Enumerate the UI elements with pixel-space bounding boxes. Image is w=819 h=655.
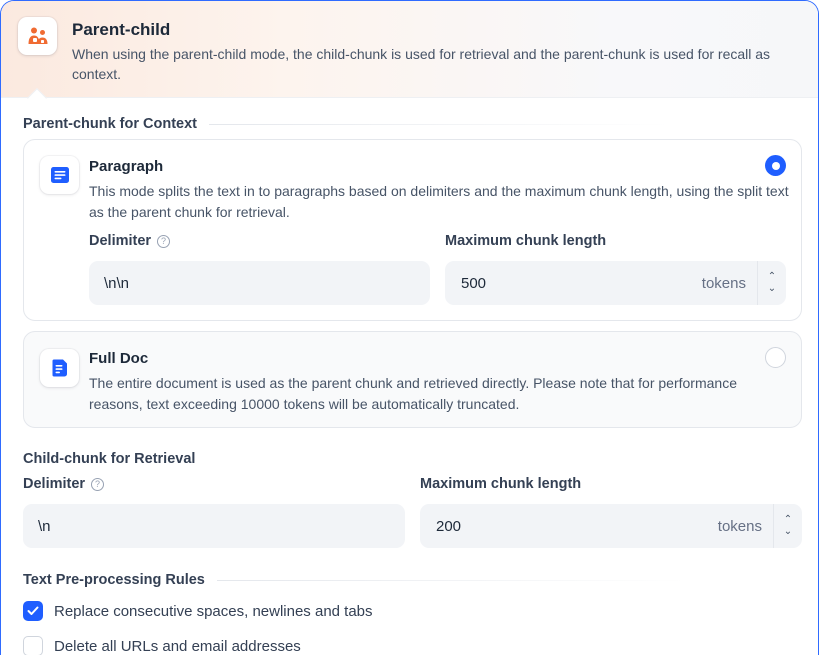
child-max-length-label: Maximum chunk length [420,476,581,492]
tokens-unit: tokens [701,274,746,292]
child-section-title: Child-chunk for Retrieval [23,451,195,467]
full-doc-option-card[interactable]: Full Doc The entire document is used as … [23,331,802,428]
rules-section-title-text: Text Pre-processing Rules [23,572,205,588]
rule-replace-spaces[interactable]: Replace consecutive spaces, newlines and… [23,601,373,621]
child-delimiter-label: Delimiter ? [23,476,105,492]
full-doc-description: The entire document is used as the paren… [89,375,737,412]
tokens-unit: tokens [717,517,762,535]
max-length-value: 500 [461,274,487,292]
panel-description: When using the parent-child mode, the ch… [72,46,771,82]
rule-delete-urls-label: Delete all URLs and email addresses [54,637,301,655]
child-delimiter-label-text: Delimiter [23,476,86,492]
chevron-up-icon[interactable]: ⌃ [784,515,792,525]
child-max-length-label-text: Maximum chunk length [420,476,582,492]
parent-child-panel: Parent-child When using the parent-child… [0,0,819,655]
delimiter-value: \n\n [104,274,130,292]
panel-header: Parent-child When using the parent-child… [1,1,818,98]
section-divider [209,123,670,125]
panel-title: Parent-child [72,20,171,39]
chevron-down-icon[interactable]: ⌄ [768,284,776,294]
max-length-label-text: Maximum chunk length [445,233,607,249]
chevron-up-icon[interactable]: ⌃ [768,272,776,282]
paragraph-radio[interactable] [765,155,786,176]
child-max-length-input[interactable]: 200 tokens ⌃ ⌄ [420,504,802,548]
rule-delete-urls[interactable]: Delete all URLs and email addresses [23,636,301,655]
max-length-stepper[interactable]: ⌃ ⌄ [757,261,786,305]
full-doc-icon [40,349,79,387]
rule-replace-spaces-checkbox[interactable] [23,601,43,621]
child-max-length-stepper[interactable]: ⌃ ⌄ [773,504,802,548]
paragraph-delimiter-label: Delimiter ? [89,233,171,249]
child-max-length-value: 200 [436,517,462,535]
child-delimiter-input[interactable]: \n [23,504,405,548]
chevron-down-icon[interactable]: ⌄ [784,527,792,537]
parent-section-title: Parent-chunk for Context [23,116,670,132]
check-icon [27,606,39,615]
paragraph-description: This mode splits the text in to paragrap… [89,183,789,220]
rule-replace-spaces-label: Replace consecutive spaces, newlines and… [54,602,373,620]
paragraph-icon [40,156,79,194]
paragraph-max-length-input[interactable]: 500 tokens ⌃ ⌄ [445,261,786,305]
rules-section-title: Text Pre-processing Rules [23,572,687,588]
help-icon[interactable]: ? [91,477,105,491]
full-doc-radio[interactable] [765,347,786,368]
rule-delete-urls-checkbox[interactable] [23,636,43,655]
paragraph-max-length-label: Maximum chunk length [445,233,606,249]
parent-section-title-text: Parent-chunk for Context [23,116,198,132]
section-divider [216,579,687,581]
child-section-title-text: Child-chunk for Retrieval [23,451,196,467]
paragraph-title: Paragraph [89,158,164,175]
child-delimiter-value: \n [38,517,51,535]
delimiter-label-text: Delimiter [89,233,152,249]
parent-child-icon [18,17,57,55]
help-icon[interactable]: ? [157,234,171,248]
paragraph-delimiter-input[interactable]: \n\n [89,261,430,305]
full-doc-title: Full Doc [89,350,149,367]
paragraph-option-card[interactable]: Paragraph This mode splits the text in t… [23,139,802,321]
